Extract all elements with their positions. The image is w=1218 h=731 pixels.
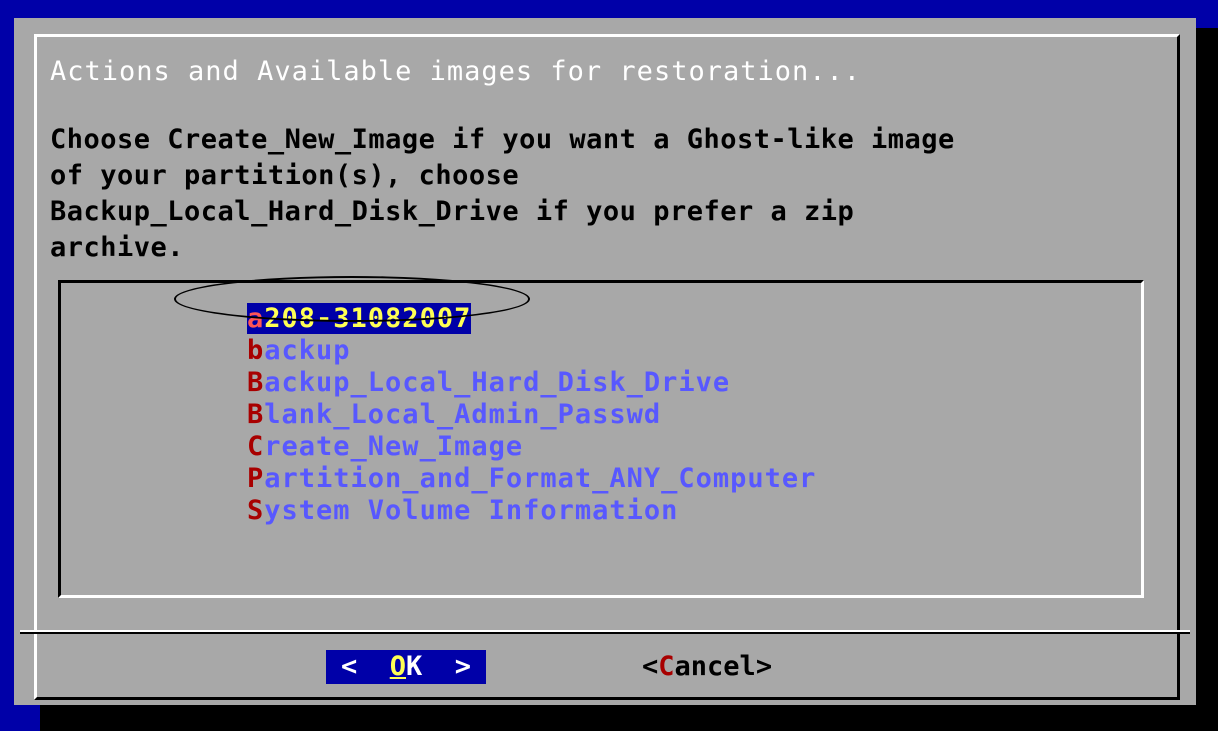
ok-button[interactable]: < OK > [326,650,486,684]
list-item-blank-local-admin-passwd[interactable]: Blank_Local_Admin_Passwd [247,399,816,431]
cancel-bracket-right: > [755,651,773,682]
cancel-hotkey: C [658,651,675,682]
ok-bracket-right: > [422,651,472,682]
list-item-partition-and-format[interactable]: Partition_and_Format_ANY_Computer [247,463,816,495]
item-label: ackup_Local_Hard_Disk_Drive [264,367,731,398]
item-hotkey: S [247,495,265,526]
image-listbox[interactable]: a208-31082007 backup Backup_Local_Hard_D… [58,280,1144,598]
list-item-system-volume-information[interactable]: System Volume Information [247,495,816,527]
dialog-shadow-bottom [40,705,1218,731]
item-label: 208-31082007 [264,303,472,334]
list-item-create-new-image[interactable]: Create_New_Image [247,431,816,463]
ok-label: K [406,651,423,682]
item-label: ystem Volume Information [264,495,679,526]
dialog-shadow-right [1196,28,1218,731]
item-hotkey: B [247,367,265,398]
list-item-backup-local-hard-disk-drive[interactable]: Backup_Local_Hard_Disk_Drive [247,367,816,399]
list-item-backup[interactable]: backup [247,335,816,367]
button-divider-shadow [20,632,1190,634]
image-list: a208-31082007 backup Backup_Local_Hard_D… [247,303,816,527]
ok-bracket-left: < [340,651,390,682]
ok-hotkey: O [389,651,406,682]
item-hotkey: b [247,335,265,366]
selected-highlight: a208-31082007 [247,303,472,334]
restore-dialog: Actions and Available images for restora… [14,18,1196,705]
item-hotkey: a [247,303,265,334]
item-label: artition_and_Format_ANY_Computer [264,463,817,494]
item-label: lank_Local_Admin_Passwd [264,399,662,430]
item-hotkey: B [247,399,265,430]
list-item-a208-31082007[interactable]: a208-31082007 [247,303,816,335]
cancel-label: ancel [674,651,756,682]
dialog-title: Actions and Available images for restora… [50,56,862,87]
item-hotkey: P [247,463,265,494]
cancel-bracket-left: < [642,651,659,682]
dialog-prompt: Choose Create_New_Image if you want a Gh… [50,124,955,263]
item-hotkey: C [247,431,265,462]
cancel-button[interactable]: <Cancel> [642,650,772,684]
item-label: ackup [264,335,351,366]
item-label: reate_New_Image [264,431,524,462]
